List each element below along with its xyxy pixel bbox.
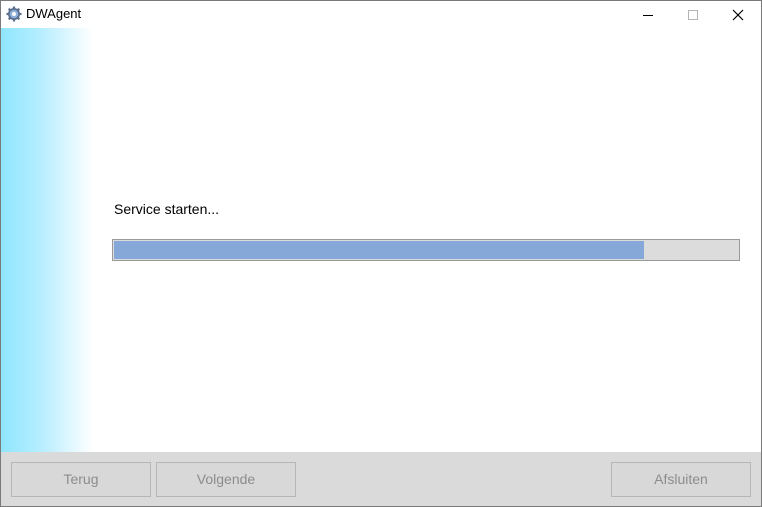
title-bar[interactable]: DWAgent [1,1,761,28]
back-button[interactable]: Terug [11,462,151,497]
minimize-icon [643,15,653,16]
side-banner [1,28,93,452]
window-title: DWAgent [26,6,82,21]
progress-bar [112,239,740,261]
maximize-icon [688,10,698,20]
maximize-button[interactable] [670,1,716,28]
main-content: Service starten... [93,28,761,452]
next-button[interactable]: Volgende [156,462,296,497]
app-window: DWAgent Service starten... Terug Volgend… [0,0,762,507]
button-bar: Terug Volgende Afsluiten [1,452,761,506]
status-message: Service starten... [114,201,220,217]
close-icon [732,9,744,21]
progress-bar-fill [114,241,644,259]
minimize-button[interactable] [625,1,671,28]
gear-icon [6,6,22,22]
finish-button[interactable]: Afsluiten [611,462,751,497]
close-button[interactable] [715,1,761,28]
